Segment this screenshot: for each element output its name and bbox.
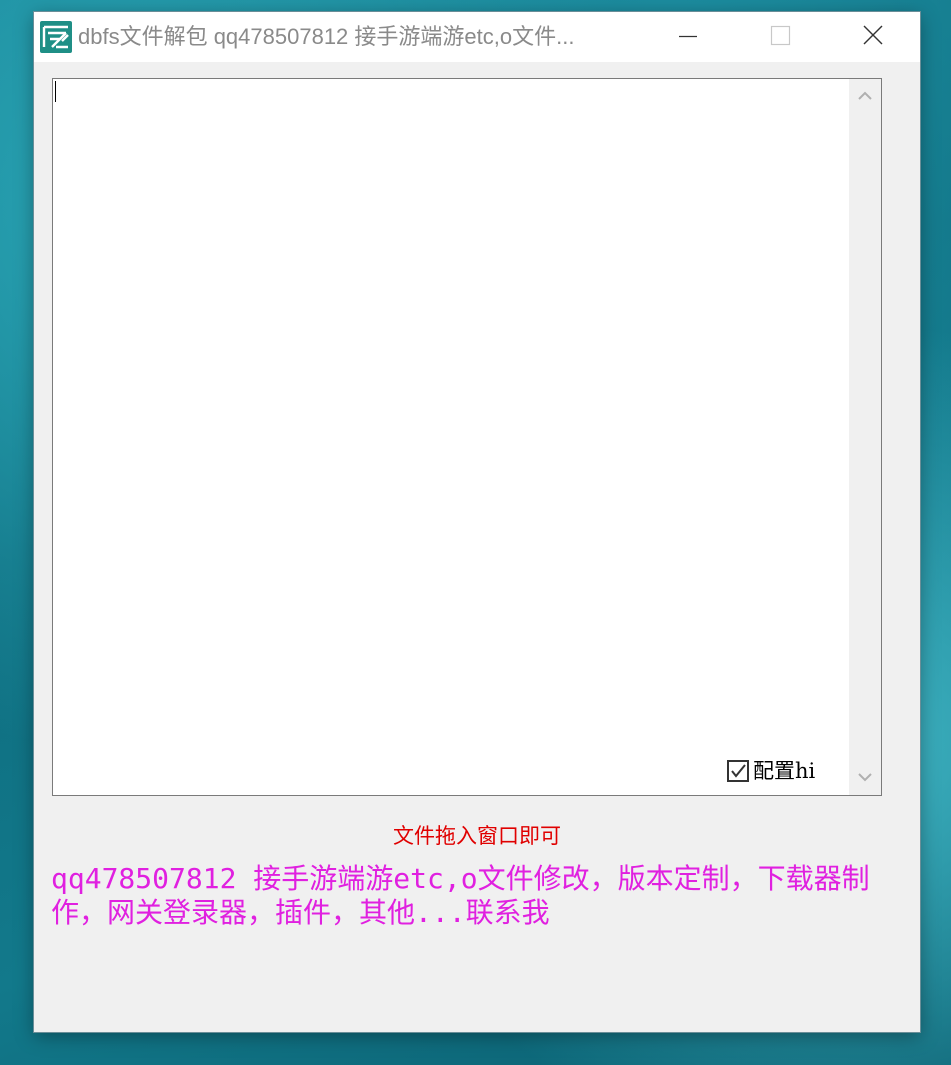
contact-info-text: qq478507812 接手游端游etc,o文件修改，版本定制，下载器制作，网关… bbox=[51, 862, 870, 929]
config-checkbox-label[interactable]: 配置hi bbox=[753, 758, 815, 784]
minimize-button[interactable] bbox=[642, 12, 734, 62]
drop-text-area[interactable]: 配置hi bbox=[52, 78, 882, 796]
config-checkbox[interactable] bbox=[727, 760, 749, 782]
text-caret bbox=[55, 81, 56, 102]
app-icon bbox=[40, 21, 72, 53]
config-checkbox-row[interactable]: 配置hi bbox=[727, 757, 816, 785]
scroll-down-button[interactable] bbox=[849, 761, 881, 795]
app-window: dbfs文件解包 qq478507812 接手游端游etc,o文件... 配置h… bbox=[34, 12, 920, 1032]
scroll-up-button[interactable] bbox=[849, 79, 881, 113]
close-button[interactable] bbox=[826, 12, 920, 62]
title-bar[interactable]: dbfs文件解包 qq478507812 接手游端游etc,o文件... bbox=[34, 12, 920, 62]
maximize-icon bbox=[770, 25, 791, 46]
client-area: 配置hi 文件拖入窗口即可 qq478507812 接手游端游etc,o文件修改… bbox=[34, 62, 920, 1032]
maximize-button[interactable] bbox=[734, 12, 826, 62]
vertical-scrollbar[interactable] bbox=[849, 79, 881, 795]
window-title: dbfs文件解包 qq478507812 接手游端游etc,o文件... bbox=[78, 24, 575, 49]
checkmark-icon bbox=[731, 764, 746, 778]
close-icon bbox=[863, 25, 883, 45]
chevron-up-icon bbox=[858, 91, 872, 100]
minimize-icon bbox=[679, 35, 697, 38]
drop-hint-text: 文件拖入窗口即可 bbox=[393, 824, 561, 848]
chevron-down-icon bbox=[858, 773, 872, 782]
